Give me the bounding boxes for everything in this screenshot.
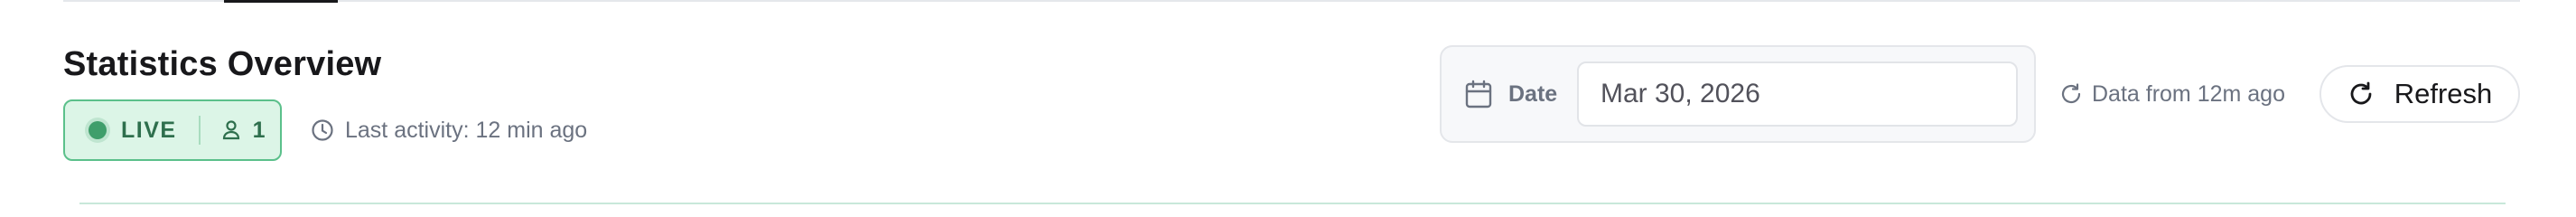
refresh-label: Refresh xyxy=(2394,78,2493,109)
badge-separator xyxy=(198,116,201,145)
refresh-button[interactable]: Refresh xyxy=(2319,65,2520,123)
data-age-text: Data from 12m ago xyxy=(2092,80,2285,107)
viewer-count: 1 xyxy=(252,117,266,143)
user-icon xyxy=(222,120,240,140)
live-status-badge: LIVE 1 xyxy=(63,99,282,161)
date-input[interactable] xyxy=(1577,61,2018,127)
data-age: Data from 12m ago xyxy=(2059,78,2285,110)
date-label: Date xyxy=(1508,81,1558,107)
top-divider xyxy=(63,0,2520,2)
calendar-icon xyxy=(1465,80,1492,108)
content-divider xyxy=(79,203,2506,204)
clock-icon xyxy=(311,118,334,142)
live-dot-icon xyxy=(89,121,107,139)
active-tab-indicator xyxy=(224,0,338,3)
live-label: LIVE xyxy=(121,117,177,143)
last-activity-text: Last activity: 12 min ago xyxy=(345,117,588,143)
date-filter: Date xyxy=(1440,45,2036,143)
refresh-icon xyxy=(2347,80,2375,108)
page-title: Statistics Overview xyxy=(63,45,382,83)
rotate-icon xyxy=(2059,82,2083,106)
last-activity: Last activity: 12 min ago xyxy=(311,114,587,146)
